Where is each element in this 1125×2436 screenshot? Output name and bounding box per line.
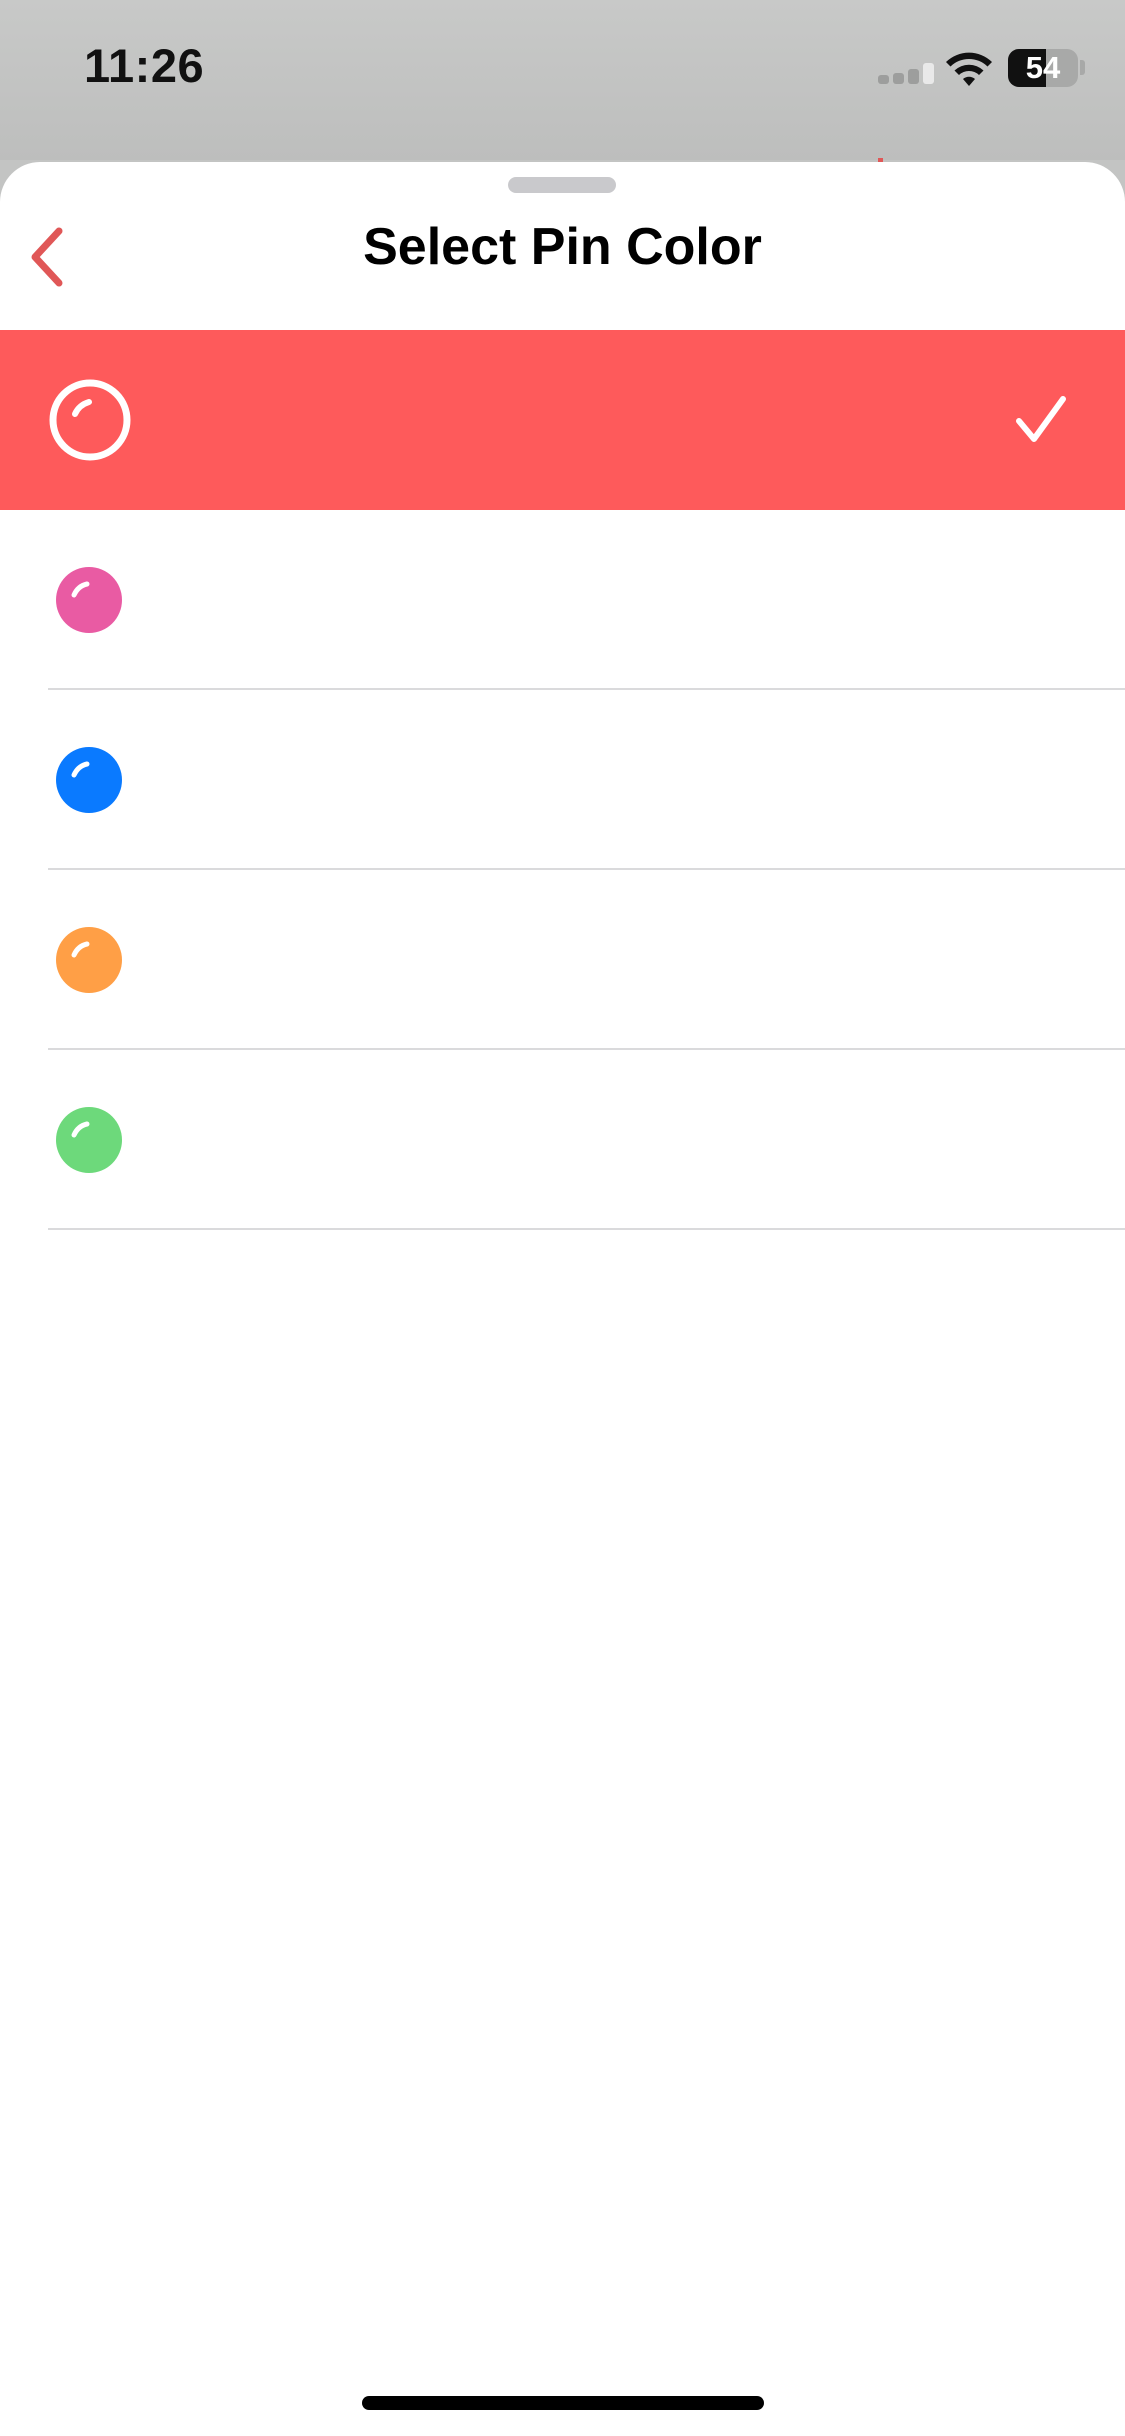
status-time: 11:26 [84, 39, 205, 92]
wifi-icon [944, 50, 994, 88]
blue-pin-swatch-icon [56, 747, 122, 813]
battery-icon: 54 [1008, 49, 1078, 87]
orange-pin-swatch-icon [56, 927, 122, 993]
checkmark-icon [1016, 396, 1066, 442]
color-row-pink[interactable] [0, 510, 1125, 690]
color-row-red[interactable] [0, 330, 1125, 510]
battery-nub [1080, 60, 1085, 75]
pink-pin-swatch-icon [56, 567, 122, 633]
row-divider [48, 1228, 1125, 1230]
color-row-orange[interactable] [0, 870, 1125, 1050]
signal-icon [878, 62, 934, 84]
color-list [0, 330, 1125, 1230]
battery-level: 54 [1025, 50, 1061, 85]
pin-color-sheet: Select Pin Color [0, 162, 1125, 2436]
green-pin-swatch-icon [56, 1107, 122, 1173]
color-row-blue[interactable] [0, 690, 1125, 870]
color-row-green[interactable] [0, 1050, 1125, 1230]
home-indicator[interactable] [362, 2396, 764, 2410]
sheet-title: Select Pin Color [363, 218, 762, 276]
pin-circle-icon [49, 379, 131, 461]
sheet-grabber[interactable] [508, 177, 616, 193]
status-bar: 11:26 54 [0, 0, 1125, 160]
